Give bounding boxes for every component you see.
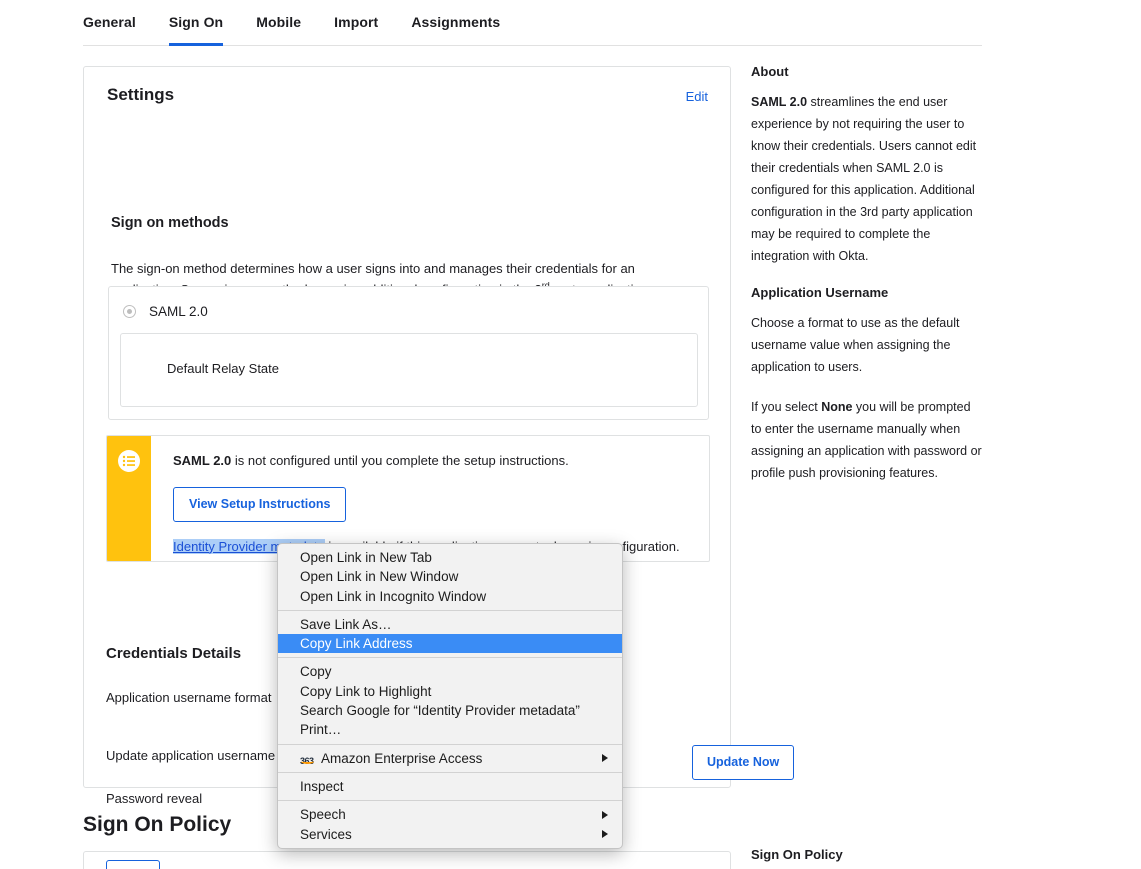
context-menu-item-label: Save Link As… (300, 616, 392, 632)
context-menu-item-label: Open Link in Incognito Window (300, 588, 487, 604)
aside-sign-on-policy-heading: Sign On Policy (751, 847, 843, 862)
default-relay-state-label: Default Relay State (167, 361, 280, 376)
about-text: streamlines the end user experience by n… (751, 95, 977, 263)
context-menu-item[interactable]: Copy (278, 662, 622, 681)
context-menu-separator (278, 743, 622, 745)
password-reveal-label: Password reveal (106, 791, 203, 806)
context-menu-item[interactable]: Open Link in New Window (278, 567, 622, 586)
tab-bar: General Sign On Mobile Import Assignment… (83, 0, 982, 46)
context-menu-separator (278, 609, 622, 611)
context-menu-item-label: Copy Link to Highlight (300, 683, 432, 699)
context-menu-item[interactable]: Open Link in New Tab (278, 548, 622, 567)
context-menu-item-label: Inspect (300, 778, 344, 794)
context-menu-item[interactable]: Copy Link Address (278, 634, 622, 654)
context-menu-item-label: Amazon Enterprise Access (321, 750, 483, 766)
saml-radio-label: SAML 2.0 (149, 304, 208, 319)
context-menu-separator (278, 800, 622, 802)
application-username-paragraph-1: Choose a format to use as the default us… (751, 316, 960, 374)
context-menu-item[interactable]: Save Link As… (278, 615, 622, 634)
tab-assignments[interactable]: Assignments (411, 0, 500, 46)
callout-message-bold: SAML 2.0 (173, 453, 232, 468)
callout-message: SAML 2.0 is not configured until you com… (173, 452, 703, 470)
about-bold: SAML 2.0 (751, 95, 808, 109)
context-menu[interactable]: Open Link in New Tab Open Link in New Win… (277, 543, 623, 849)
context-menu-item-label: Copy Link Address (300, 636, 413, 652)
update-application-username-label: Update application username (106, 748, 276, 763)
context-menu-item[interactable]: Inspect (278, 777, 622, 796)
tab-mobile[interactable]: Mobile (256, 0, 301, 46)
page-title: Settings (107, 85, 175, 104)
context-menu-item[interactable]: Open Link in Incognito Window (278, 587, 622, 606)
username-none-bold: None (821, 400, 853, 414)
context-menu-item[interactable]: Search Google for “Identity Provider met… (278, 701, 622, 720)
submenu-arrow-icon (602, 810, 608, 819)
submenu-arrow-icon (602, 830, 608, 839)
saml-radio-button[interactable] (123, 305, 136, 318)
callout-accent-bar (107, 436, 151, 561)
instructions-list-icon (118, 450, 140, 472)
submenu-arrow-icon (602, 754, 608, 763)
saml-option-box: SAML 2.0 Default Relay State (108, 286, 709, 420)
context-menu-item-label: Open Link in New Tab (300, 550, 432, 565)
context-menu-item-label: Services (300, 826, 352, 842)
context-menu-item[interactable]: Services (278, 825, 622, 844)
callout-body: SAML 2.0 is not configured until you com… (173, 452, 703, 554)
view-setup-instructions-button[interactable]: View Setup Instructions (173, 487, 347, 522)
sign-on-policy-add-button[interactable] (106, 860, 161, 869)
sign-on-methods-heading: Sign on methods (111, 215, 229, 231)
context-menu-item[interactable]: Print… (278, 720, 622, 739)
sign-on-policy-heading: Sign On Policy (83, 813, 232, 836)
context-menu-item-label: Print… (300, 722, 342, 738)
tab-import[interactable]: Import (334, 0, 378, 46)
about-heading: About (751, 64, 789, 79)
application-username-heading: Application Username (751, 285, 889, 300)
edit-button[interactable]: Edit (686, 89, 708, 104)
default-relay-state-box: Default Relay State (120, 333, 698, 407)
tab-sign-on[interactable]: Sign On (168, 0, 224, 46)
sign-on-policy-card (83, 851, 731, 869)
context-menu-item-label: Search Google for “Identity Provider met… (300, 703, 580, 719)
settings-card-header: Settings Edit (107, 85, 708, 115)
saml-radio-row[interactable]: SAML 2.0 (123, 304, 208, 319)
application-username-format-label: Application username format (106, 690, 272, 705)
credentials-details-heading: Credentials Details (106, 645, 242, 662)
context-menu-item-label: Copy (300, 664, 332, 680)
context-menu-item[interactable]: 363 Amazon Enterprise Access (278, 749, 622, 768)
username-text-a: If you select (751, 400, 822, 414)
context-menu-separator (278, 771, 622, 773)
context-menu-item[interactable]: Speech (278, 805, 622, 824)
callout-message-rest: is not configured until you complete the… (231, 453, 569, 468)
application-username-paragraph-2: If you select None you will be prompted … (751, 396, 983, 484)
context-menu-separator (278, 657, 622, 659)
update-now-button[interactable]: Update Now (692, 745, 795, 780)
page-root: General Sign On Mobile Import Assignment… (0, 0, 1141, 869)
context-menu-item[interactable]: Copy Link to Highlight (278, 682, 622, 701)
about-sidebar: About SAML 2.0 streamlines the end user … (751, 64, 983, 502)
amazon-favicon-icon: 363 (300, 755, 314, 766)
context-menu-item-label: Open Link in New Window (300, 569, 459, 585)
context-menu-item-label: Speech (300, 807, 346, 823)
about-paragraph: SAML 2.0 streamlines the end user experi… (751, 91, 983, 267)
tab-general[interactable]: General (83, 0, 136, 46)
